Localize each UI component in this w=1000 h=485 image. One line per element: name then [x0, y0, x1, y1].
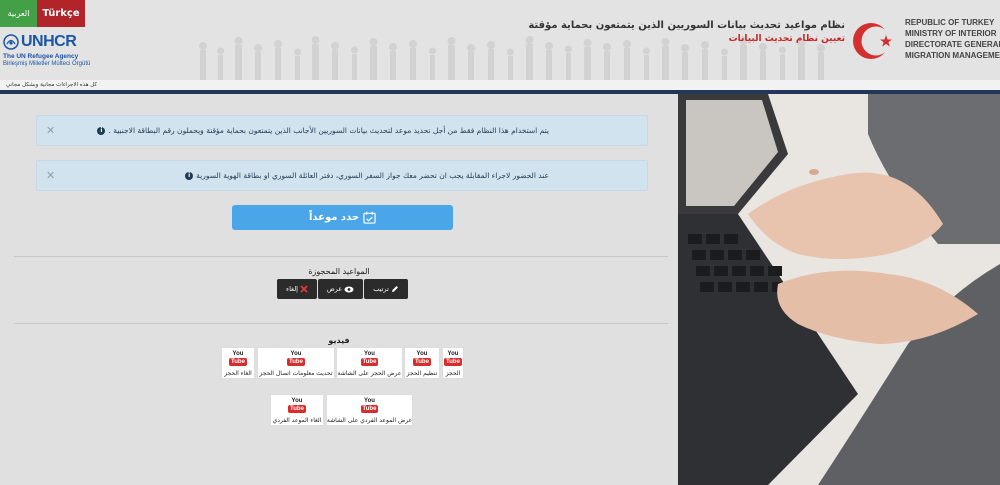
lang-arabic-button[interactable]: العربية	[0, 0, 37, 27]
ministry-line: MIGRATION MANAGEMENT	[905, 51, 1000, 60]
system-title: نظام مواعيد تحديث بيانات السوريين الذين …	[528, 20, 845, 31]
info-alert-1: ✕ يتم استخدام هذا النظام فقط من أجل تحدي…	[36, 115, 648, 146]
youtube-icon: You Tube	[360, 398, 379, 413]
video-update-contact[interactable]: You Tube تحديث معلومات اتصال الحجز	[257, 347, 335, 379]
video-caption: الحجز	[445, 370, 461, 377]
unhcr-emblem-icon	[3, 34, 19, 50]
video-organize-booking[interactable]: You Tube تنظيم الحجز	[404, 347, 440, 379]
notice-strip: كل هذه الاجراءات مجانية وبشكل مجاني	[0, 80, 1000, 90]
page-header: العربية Türkçe UNHCR The UN Refugee Agen…	[0, 0, 1000, 80]
section-divider	[14, 256, 668, 257]
video-caption: عرض الحجز على الشاشة	[337, 370, 402, 377]
info-icon: i	[185, 171, 194, 180]
video-booking[interactable]: You Tube الحجز	[442, 347, 464, 379]
book-appointment-label: حدد موعداً	[308, 212, 360, 223]
notice-strip-text: كل هذه الاجراءات مجانية وبشكل مجاني	[6, 82, 98, 88]
alert-text: يتم استخدام هذا النظام فقط من أجل تحديد …	[108, 126, 549, 135]
laptop-hands-photo	[678, 94, 1000, 485]
section-divider	[14, 323, 668, 324]
calendar-check-icon	[363, 211, 376, 224]
video-caption: عرض الموعد الفردي على الشاشة	[326, 417, 413, 424]
close-icon[interactable]: ✕	[46, 124, 55, 137]
video-view-individual[interactable]: You Tube عرض الموعد الفردي على الشاشة	[326, 394, 413, 426]
edit-label: ترتيب	[373, 285, 389, 293]
youtube-icon: You Tube	[413, 351, 431, 366]
video-caption: الغاء الحجز	[224, 370, 252, 377]
unhcr-subtitle-tr: Birleşmiş Milletler Mülteci Örgütü	[3, 61, 91, 67]
view-label: عرض	[326, 285, 343, 293]
video-view-booking[interactable]: You Tube عرض الحجز على الشاشة	[336, 347, 403, 379]
lang-turkish-button[interactable]: Türkçe	[37, 0, 85, 27]
youtube-icon: You Tube	[288, 398, 306, 413]
ministry-line: REPUBLIC OF TURKEY	[905, 18, 995, 27]
main-content: ✕ يتم استخدام هذا النظام فقط من أجل تحدي…	[0, 94, 678, 485]
video-cancel-booking[interactable]: You Tube الغاء الحجز	[221, 347, 255, 379]
cancel-appointment-button[interactable]: إلغاء	[277, 279, 317, 299]
alert-text: عند الحضور لاجراء المقابلة يجب ان تحضر م…	[196, 171, 549, 180]
cancel-icon	[300, 285, 308, 293]
unhcr-subtitle: The UN Refugee Agency	[3, 53, 79, 60]
youtube-icon: You Tube	[444, 351, 462, 366]
info-alert-2: ✕ عند الحضور لاجراء المقابلة يجب ان تحضر…	[36, 160, 648, 191]
info-icon: i	[97, 126, 106, 135]
ministry-line: DIRECTORATE GENERAL OF	[905, 40, 1000, 49]
reserved-appointments-title: المواعيد المحجوزة	[308, 267, 370, 276]
edit-appointment-button[interactable]: ترتيب	[364, 279, 408, 299]
system-subtitle: تعيين نظام تحديث البيانات	[728, 34, 845, 44]
unhcr-logo: UNHCR The UN Refugee Agency Birleşmiş Mi…	[3, 33, 95, 73]
youtube-icon: You Tube	[287, 351, 305, 366]
book-appointment-button[interactable]: حدد موعداً	[232, 205, 453, 230]
youtube-icon: You Tube	[360, 351, 379, 366]
video-caption: تنظيم الحجز	[406, 370, 438, 377]
ministry-logo-text: REPUBLIC OF TURKEY MINISTRY OF INTERIOR …	[905, 17, 1000, 61]
crescent-star-logo-icon	[853, 23, 892, 59]
close-icon[interactable]: ✕	[46, 169, 55, 182]
view-appointment-button[interactable]: عرض	[318, 279, 363, 299]
eye-icon	[344, 286, 354, 292]
video-cancel-individual[interactable]: You Tube الغاء الموعد الفردي	[270, 394, 324, 426]
video-caption: الغاء الموعد الفردي	[272, 417, 322, 424]
edit-icon	[391, 286, 398, 292]
video-caption: تحديث معلومات اتصال الحجز	[259, 370, 333, 377]
videos-title: فيديو	[328, 336, 350, 345]
youtube-icon: You Tube	[229, 351, 247, 366]
cancel-label: إلغاء	[286, 285, 298, 293]
unhcr-name: UNHCR	[21, 33, 77, 50]
ministry-line: MINISTRY OF INTERIOR	[905, 29, 997, 38]
